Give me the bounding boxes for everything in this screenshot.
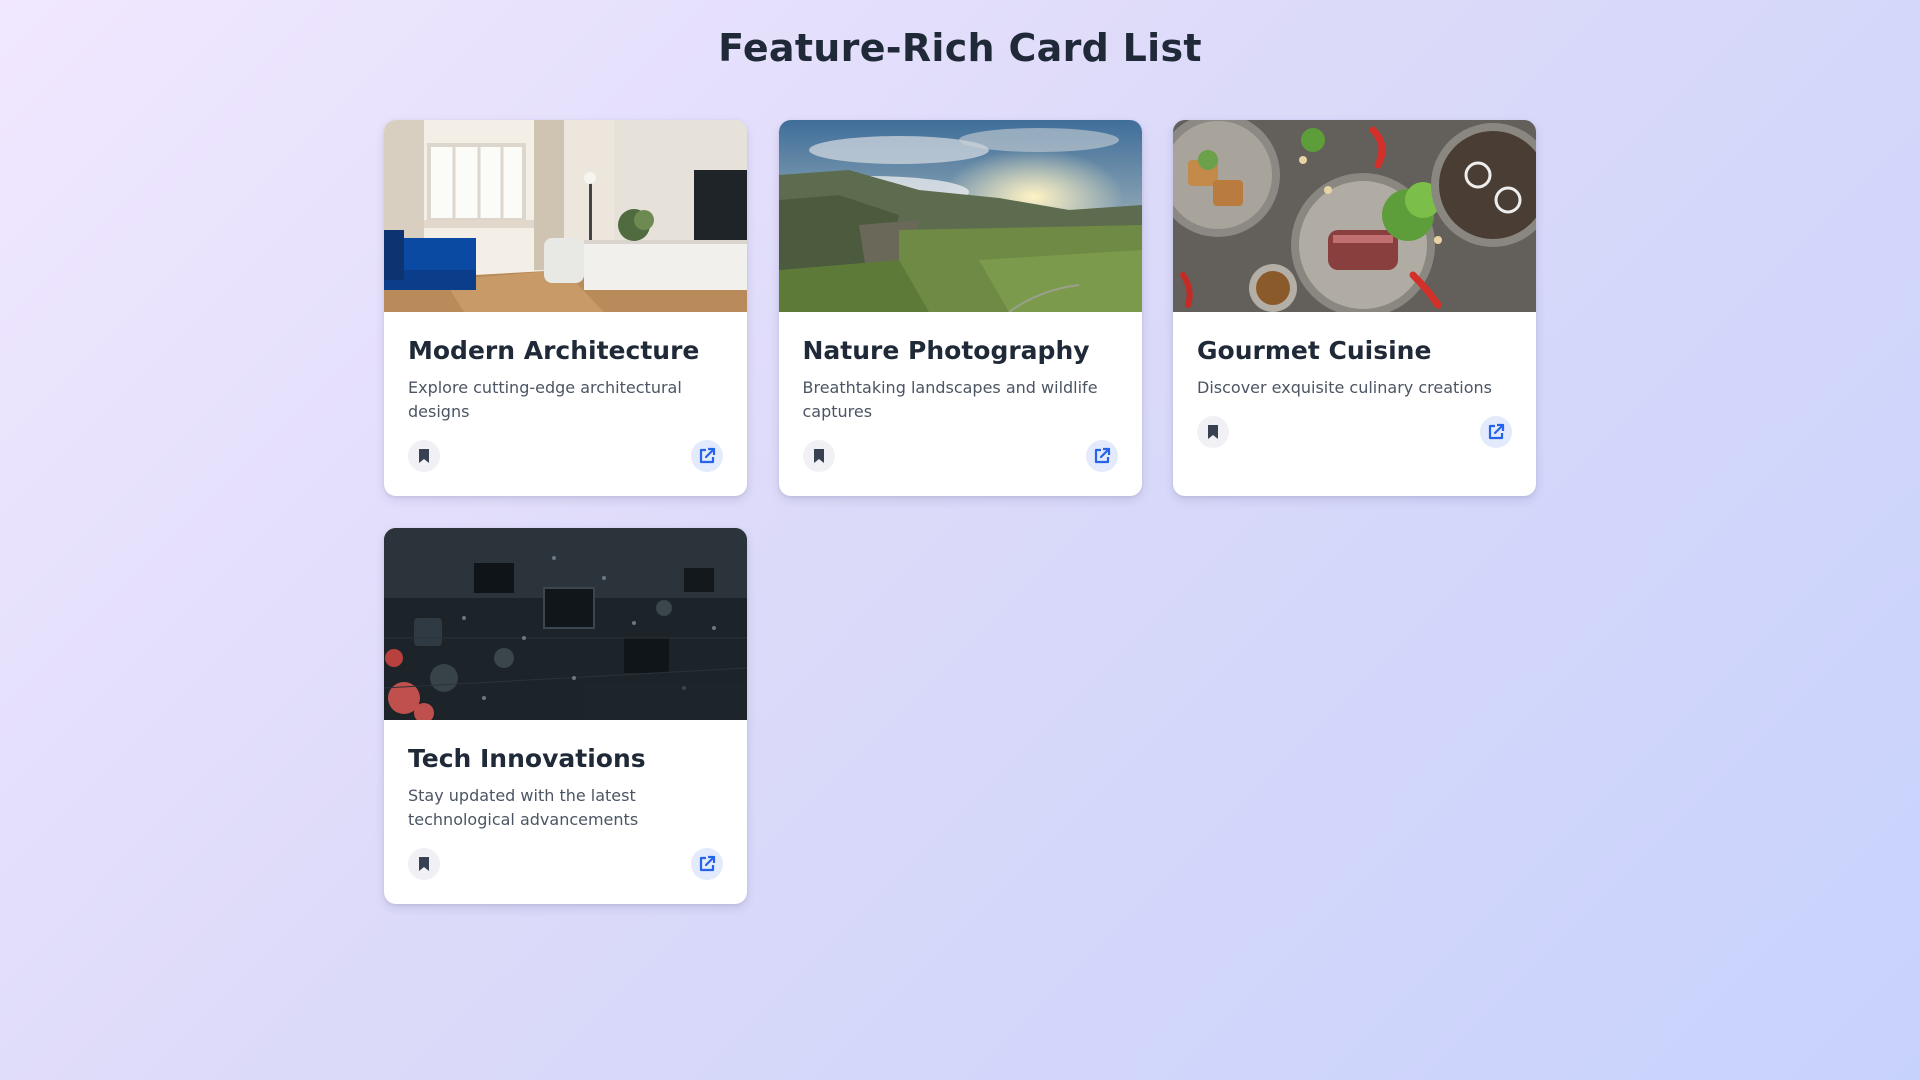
card-actions — [408, 848, 723, 880]
card-title: Nature Photography — [802, 336, 1090, 365]
external-link-icon — [1094, 447, 1110, 464]
bookmark-icon — [419, 449, 429, 463]
bookmark-button[interactable] — [408, 440, 440, 472]
card-actions — [1197, 416, 1512, 448]
page-title: Feature-Rich Card List — [718, 26, 1202, 70]
open-link-button[interactable] — [691, 848, 723, 880]
circuit-board-photo — [384, 528, 747, 720]
card-title: Modern Architecture — [408, 336, 700, 365]
card-description: Discover exquisite culinary creations — [1197, 378, 1492, 397]
food-plates-photo — [1173, 120, 1536, 312]
open-link-button[interactable] — [1480, 416, 1512, 448]
card-description: Explore cutting-edge architectural desig… — [408, 378, 682, 421]
bookmark-button[interactable] — [1197, 416, 1229, 448]
card-modern-architecture[interactable]: Modern Architecture Explore cutting-edge… — [384, 120, 747, 496]
bookmark-icon — [419, 857, 429, 871]
card-nature-photography[interactable]: Nature Photography Breathtaking landscap… — [778, 120, 1142, 496]
card-actions — [408, 440, 723, 472]
card-image — [1173, 120, 1536, 312]
mountain-landscape-photo — [778, 120, 1142, 312]
bookmark-icon — [1208, 425, 1218, 439]
card-actions — [802, 440, 1118, 472]
card-image — [384, 120, 747, 312]
card-tech-innovations[interactable]: Tech Innovations Stay updated with the l… — [384, 528, 747, 904]
open-link-button[interactable] — [691, 440, 723, 472]
card-description: Breathtaking landscapes and wildlife cap… — [802, 378, 1098, 421]
living-room-photo — [384, 120, 747, 312]
card-title: Tech Innovations — [408, 744, 646, 773]
card-image — [384, 528, 747, 720]
bookmark-button[interactable] — [802, 440, 835, 472]
card-grid: Modern Architecture Explore cutting-edge… — [384, 120, 1536, 904]
card-description: Stay updated with the latest technologic… — [408, 786, 639, 829]
external-link-icon — [699, 855, 716, 872]
external-link-icon — [699, 447, 716, 464]
external-link-icon — [1488, 423, 1505, 440]
bookmark-button[interactable] — [408, 848, 440, 880]
open-link-button[interactable] — [1085, 440, 1118, 472]
card-title: Gourmet Cuisine — [1197, 336, 1432, 365]
card-gourmet-cuisine[interactable]: Gourmet Cuisine Discover exquisite culin… — [1173, 120, 1536, 496]
card-image — [778, 120, 1142, 312]
bookmark-icon — [813, 449, 824, 463]
